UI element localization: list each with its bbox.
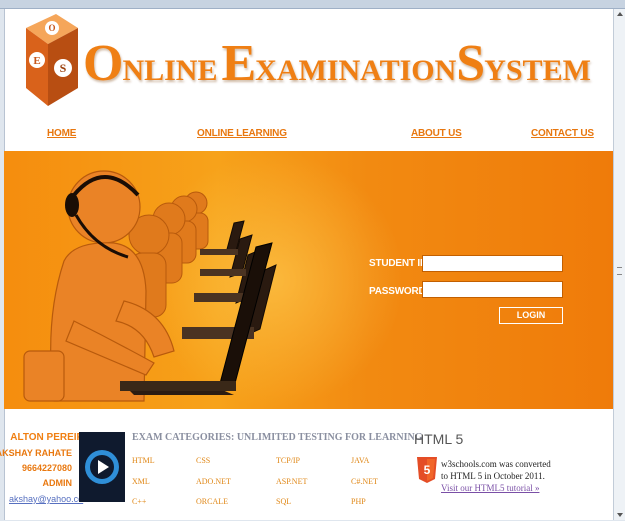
oes-logo-icon: O E S [26,14,78,106]
password-field[interactable] [422,281,563,298]
password-label: PASSWORD [369,286,426,297]
logo-letter-e: E [33,55,40,67]
category-html-link[interactable]: HTML [132,456,155,465]
title-cap-s: S [456,35,485,92]
category-css-link[interactable]: CSS [196,456,210,465]
category-java-link[interactable]: JAVA [351,456,369,465]
student-id-label: STUDENT ID [369,258,428,269]
category-aspnet-link[interactable]: ASP.NET [276,477,307,486]
vertical-scrollbar[interactable] [613,9,625,520]
html5-shield-icon: 5 [417,457,437,483]
admin-phone: 9664227080 [21,463,72,473]
title-cap-o: O [83,35,123,92]
categories-logo-icon [79,432,125,502]
title-cap-e: E [221,35,256,92]
logo-letter-s: S [60,61,67,75]
scroll-up-icon[interactable] [614,9,625,18]
title-rest-online: NLINE [122,54,218,87]
categories-title: EXAM CATEGORIES: UNLIMITED TESTING FOR L… [132,432,423,443]
nav-online-learning-link[interactable]: ONLINE LEARNING [197,128,287,139]
hero-banner [4,151,613,409]
scroll-thumb[interactable] [617,267,622,275]
category-sql-link[interactable]: SQL [276,497,291,506]
category-xml-link[interactable]: XML [132,477,150,486]
shield-number: 5 [424,463,431,477]
html5-tutorial-link[interactable]: Visit our HTML5 tutorial » [441,483,539,493]
nav-about-link[interactable]: ABOUT US [411,128,462,139]
nav-home-link[interactable]: HOME [47,128,76,139]
category-tcpip-link[interactable]: TCP/IP [276,456,300,465]
category-adonet-link[interactable]: ADO.NET [196,477,231,486]
admin-person-name: AKSHAY RAHATE [0,448,72,458]
site-title: ONLINE EXAMINATIONSYSTEM [83,34,591,100]
admin-role: ADMIN [42,478,73,488]
student-id-field[interactable] [422,255,563,272]
students-at-laptops-illustration [23,170,277,402]
logo-letter-o: O [48,23,55,33]
html5-description: w3schools.com was converted to HTML 5 in… [441,459,551,481]
category-cpp-link[interactable]: C++ [132,497,146,506]
category-csharp-link[interactable]: C#.NET [351,477,378,486]
login-button[interactable]: LOGIN [499,307,563,324]
browser-window: O E S ONLINE EXAMINATIONSYSTEM HOME ONLI… [0,0,625,521]
html5-body: w3schools.com was converted to HTML 5 in… [441,458,551,494]
title-rest-examination: XAMINATION [255,54,457,87]
scroll-down-icon[interactable] [614,511,625,520]
category-php-link[interactable]: PHP [351,497,366,506]
admin-email-link[interactable]: akshay@yahoo.co [9,494,83,504]
html5-heading: HTML 5 [414,431,464,447]
category-oracle-link[interactable]: ORCALE [196,497,228,506]
nav-contact-link[interactable]: CONTACT US [531,128,594,139]
browser-top-bar [0,0,625,9]
title-rest-system: YSTEM [484,54,591,87]
